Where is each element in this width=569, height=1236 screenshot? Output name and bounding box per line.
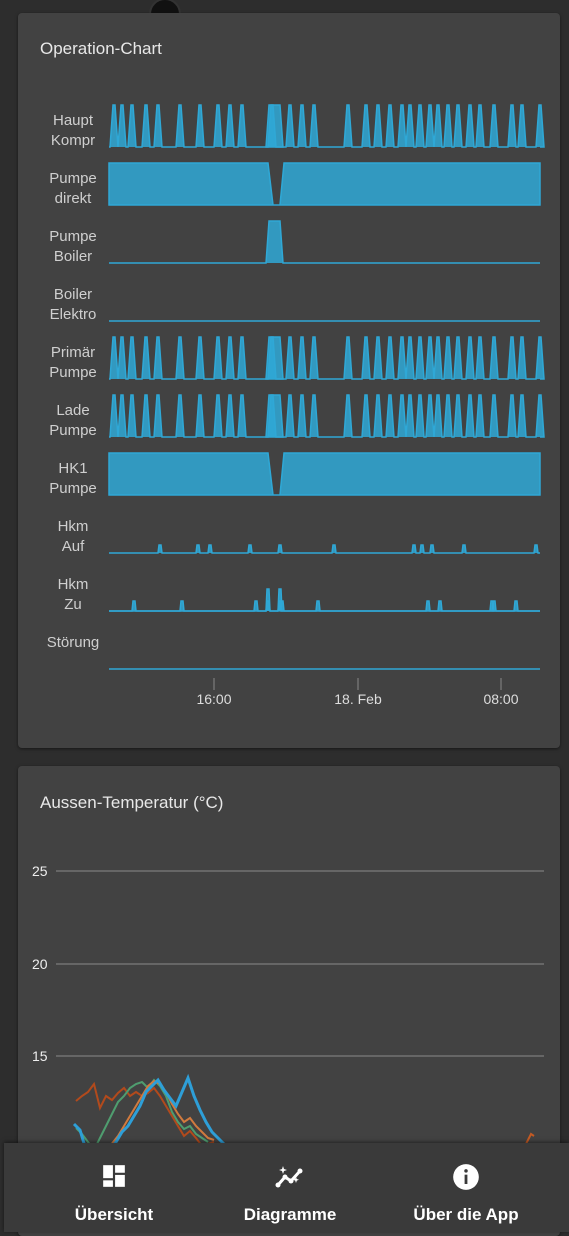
nav-item-diagramme[interactable]: Diagramme — [196, 1143, 384, 1232]
x-axis: 16:00 18. Feb 08:00 — [196, 678, 519, 707]
row-area-primaer-pumpe — [109, 336, 545, 380]
row-area-haupt-kompr — [109, 104, 545, 148]
row-area-pumpe-boiler — [109, 220, 540, 264]
dashboard-icon — [103, 1165, 125, 1187]
nav-label: Über die App — [413, 1205, 519, 1224]
row-block-haupt-kompr — [265, 104, 284, 148]
operation-chart-card: Operation-Chart Haupt Kompr Pumpe direkt… — [18, 13, 560, 748]
row-area-hkm-auf — [109, 544, 540, 554]
nav-label: Diagramme — [243, 1205, 337, 1224]
row-area-hkm-zu — [109, 600, 540, 612]
row-block-primaer-pumpe — [265, 336, 284, 380]
row-area-lade-pumpe — [109, 394, 545, 438]
row-area-pumpe-direkt — [108, 162, 541, 206]
nav-item-ueber-die-app[interactable]: Über die App — [372, 1143, 560, 1232]
chart-icon — [275, 1166, 303, 1188]
x-tick-label: 08:00 — [483, 691, 518, 707]
x-tick-label: 16:00 — [196, 691, 231, 707]
x-tick-label: 18. Feb — [334, 691, 382, 707]
row-block-lade-pumpe — [265, 394, 284, 438]
bottom-navigation: Übersicht Diagramme Über die App — [4, 1143, 569, 1232]
nav-item-uebersicht[interactable]: Übersicht — [20, 1143, 208, 1232]
y-tick-label: 20 — [32, 956, 48, 972]
nav-label: Übersicht — [74, 1205, 154, 1224]
info-icon — [453, 1164, 479, 1190]
row-area-hkm-zu-peaks — [109, 588, 540, 612]
operation-chart-plot: 16:00 18. Feb 08:00 — [108, 104, 545, 707]
y-tick-label: 15 — [32, 1048, 48, 1064]
row-area-hk1-pumpe — [108, 452, 541, 496]
y-tick-label: 25 — [32, 863, 48, 879]
